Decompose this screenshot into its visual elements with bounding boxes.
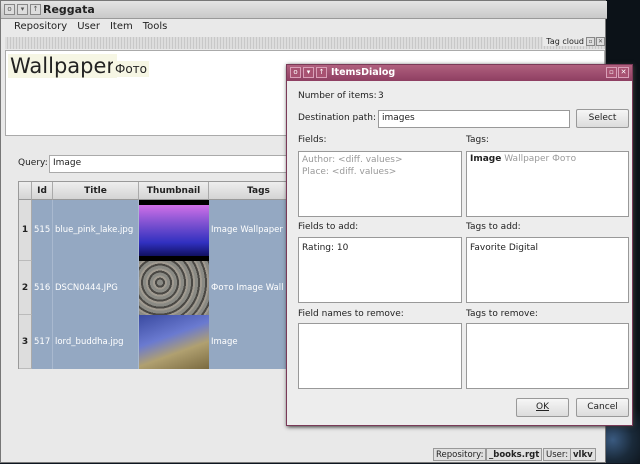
field-names-to-remove-label: Field names to remove: <box>298 309 404 319</box>
tag-partial: Wallpaper Фото <box>504 154 577 164</box>
tag-wallpaper[interactable]: Wallpaper <box>8 54 118 78</box>
items-dialog: o ▾ ↑ ItemsDialog ▫ ✕ Number of items: 3… <box>286 64 633 426</box>
menu-repository[interactable]: Repository <box>9 19 72 35</box>
close-icon[interactable]: ✕ <box>596 37 605 46</box>
thumbnail-image[interactable] <box>139 315 209 369</box>
repository-label: Repository: <box>433 448 487 461</box>
row-header[interactable]: 1 <box>19 200 32 261</box>
destination-path-label: Destination path: <box>298 113 376 123</box>
cell-title[interactable]: DSCN0444.JPG <box>53 261 139 315</box>
float-icon[interactable]: ▫ <box>586 37 595 46</box>
tags-list[interactable]: Image Wallpaper Фото <box>466 151 629 217</box>
status-bar: Repository: _books.rgt User: vlkv <box>1 446 607 464</box>
repository-name: _books.rgt <box>486 448 543 461</box>
menu-user[interactable]: User <box>72 19 105 35</box>
tag-cloud-dock-title[interactable]: Tag cloud ▫ ✕ <box>5 37 605 49</box>
minimize-icon[interactable]: ▾ <box>17 4 28 15</box>
column-header-title[interactable]: Title <box>53 182 139 200</box>
tag-common: Image <box>470 154 502 164</box>
close-icon[interactable]: ✕ <box>618 67 629 78</box>
select-button[interactable]: Select <box>576 109 629 128</box>
menu-icon[interactable]: o <box>4 4 15 15</box>
row-header[interactable]: 2 <box>19 261 32 315</box>
title-bar: o ▾ ↑ Reggata <box>1 1 607 19</box>
fields-label: Fields: <box>298 135 327 145</box>
query-label: Query: <box>18 158 48 168</box>
number-of-items-label: Number of items: <box>298 91 377 101</box>
maximize-icon[interactable]: ↑ <box>30 4 41 15</box>
fields-to-add-input[interactable]: Rating: 10 <box>298 237 462 303</box>
menu-item[interactable]: Item <box>105 19 138 35</box>
cell-title[interactable]: blue_pink_lake.jpg <box>53 200 139 261</box>
tag-cloud-title: Tag cloud <box>543 37 587 46</box>
tags-to-remove-input[interactable] <box>466 323 629 389</box>
tags-to-remove-label: Tags to remove: <box>466 309 538 319</box>
menu-bar: Repository User Item Tools <box>1 19 607 35</box>
maximize-icon[interactable]: ↑ <box>316 67 327 78</box>
menu-icon[interactable]: o <box>290 67 301 78</box>
fields-to-add-label: Fields to add: <box>298 222 359 232</box>
items-table: Id Title Thumbnail Tags 1 515 blue_pink_… <box>18 181 309 369</box>
tags-label: Tags: <box>466 135 489 145</box>
corner-header[interactable] <box>19 182 32 200</box>
user-label: User: <box>543 448 572 461</box>
number-of-items-value: 3 <box>378 91 384 101</box>
cancel-button[interactable]: Cancel <box>576 398 629 417</box>
row-header[interactable]: 3 <box>19 315 32 369</box>
minimize-icon[interactable]: ▾ <box>303 67 314 78</box>
cell-id[interactable]: 516 <box>32 261 53 315</box>
cell-title[interactable]: lord_buddha.jpg <box>53 315 139 369</box>
fields-list[interactable]: Author: <diff. values> Place: <diff. val… <box>298 151 462 217</box>
dialog-title: ItemsDialog <box>331 67 396 78</box>
query-input[interactable]: Image <box>49 155 309 173</box>
restore-icon[interactable]: ▫ <box>606 67 617 78</box>
field-item: Place: <diff. values> <box>302 167 397 177</box>
field-names-to-remove-input[interactable] <box>298 323 462 389</box>
user-name: vlkv <box>570 448 596 461</box>
column-header-id[interactable]: Id <box>32 182 53 200</box>
cell-id[interactable]: 515 <box>32 200 53 261</box>
column-header-thumbnail[interactable]: Thumbnail <box>139 182 209 200</box>
dialog-title-bar[interactable]: o ▾ ↑ ItemsDialog ▫ ✕ <box>287 65 632 81</box>
menu-tools[interactable]: Tools <box>138 19 173 35</box>
destination-path-input[interactable]: images <box>378 110 570 128</box>
thumbnail-image[interactable] <box>139 261 209 315</box>
tag-foto[interactable]: Фото <box>113 61 150 77</box>
field-item: Author: <diff. values> <box>302 155 403 165</box>
thumbnail-image[interactable] <box>139 200 209 261</box>
window-title: Reggata <box>43 3 95 16</box>
ok-button[interactable]: OK <box>516 398 569 417</box>
cell-id[interactable]: 517 <box>32 315 53 369</box>
tags-to-add-label: Tags to add: <box>466 222 521 232</box>
tags-to-add-input[interactable]: Favorite Digital <box>466 237 629 303</box>
